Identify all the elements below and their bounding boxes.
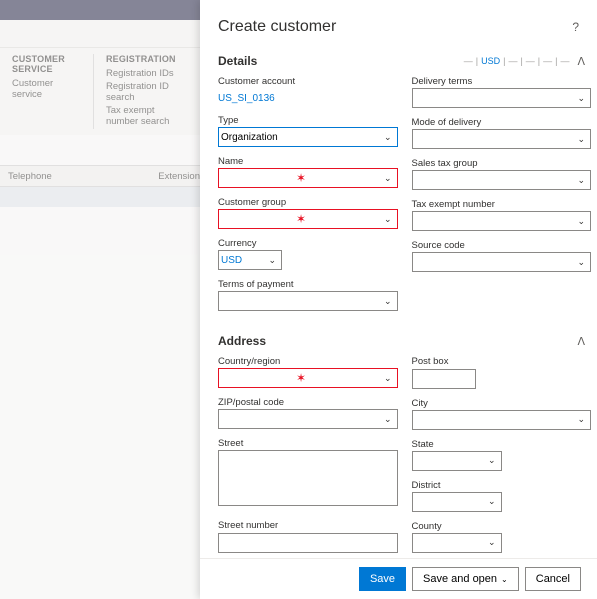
grid-col-extension: Extension <box>150 171 200 182</box>
required-icon: ✶ <box>296 371 309 385</box>
currency-value: USD <box>221 255 242 266</box>
sales-tax-group-select[interactable]: ⌄ <box>412 170 592 190</box>
post-box-label: Post box <box>412 356 592 367</box>
dialog-title: Create customer <box>218 18 336 36</box>
city-select[interactable]: ⌄ <box>412 410 592 430</box>
delivery-terms-select[interactable]: ⌄ <box>412 88 592 108</box>
menu-group-customer-service-head: CUSTOMER SERVICE <box>12 54 81 74</box>
tax-exempt-number-label: Tax exempt number <box>412 199 592 210</box>
country-label: Country/region <box>218 356 398 367</box>
chevron-down-icon: ⌄ <box>488 537 499 548</box>
county-label: County <box>412 521 592 532</box>
chevron-down-icon: ⌄ <box>384 373 395 384</box>
sales-tax-group-label: Sales tax group <box>412 158 592 169</box>
save-button[interactable]: Save <box>359 567 406 591</box>
tax-exempt-number-select[interactable]: ⌄ <box>412 211 592 231</box>
menu-item-registration-ids: Registration IDs <box>106 68 188 79</box>
street-label: Street <box>218 438 398 449</box>
currency-label: Currency <box>218 238 398 249</box>
state-select[interactable]: ⌄ <box>412 451 502 471</box>
zip-label: ZIP/postal code <box>218 397 398 408</box>
chevron-down-icon: ⌄ <box>577 134 588 145</box>
save-and-open-button[interactable]: Save and open ⌄ <box>412 567 519 591</box>
type-label: Type <box>218 115 398 126</box>
chevron-down-icon: ⌄ <box>577 175 588 186</box>
section-details-summary: —| USD |—|—|—|— <box>464 56 570 66</box>
terms-of-payment-label: Terms of payment <box>218 279 398 290</box>
chevron-down-icon: ⌄ <box>501 575 508 584</box>
chevron-down-icon: ⌄ <box>384 173 395 184</box>
post-box-input[interactable] <box>412 369 476 389</box>
name-label: Name <box>218 156 398 167</box>
chevron-down-icon: ⌄ <box>488 496 499 507</box>
type-value: Organization <box>221 132 278 143</box>
street-textarea[interactable] <box>218 450 398 506</box>
grid-col-telephone: Telephone <box>0 171 150 182</box>
chevron-down-icon: ⌄ <box>488 455 499 466</box>
chevron-down-icon: ⌄ <box>577 93 588 104</box>
menu-item-tax-exempt-number-search: Tax exempt number search <box>106 105 188 127</box>
section-address-collapse[interactable]: ᐱ <box>577 335 585 348</box>
required-icon: ✶ <box>296 171 309 185</box>
street-number-label: Street number <box>218 520 398 531</box>
county-select[interactable]: ⌄ <box>412 533 502 553</box>
required-icon: ✶ <box>296 212 309 226</box>
district-label: District <box>412 480 592 491</box>
chevron-down-icon: ⌄ <box>577 414 588 425</box>
customer-account-label: Customer account <box>218 76 398 87</box>
chevron-down-icon: ⌄ <box>384 132 395 143</box>
delivery-terms-label: Delivery terms <box>412 76 592 87</box>
mode-of-delivery-select[interactable]: ⌄ <box>412 129 592 149</box>
menu-item-registration-id-search: Registration ID search <box>106 81 188 103</box>
chevron-down-icon: ⌄ <box>268 255 279 266</box>
state-label: State <box>412 439 592 450</box>
district-select[interactable]: ⌄ <box>412 492 502 512</box>
customer-account-link[interactable]: US_SI_0136 <box>218 91 275 106</box>
currency-select[interactable]: USD ⌄ <box>218 250 282 270</box>
name-input[interactable]: ✶⌄ <box>218 168 398 188</box>
save-and-open-label: Save and open <box>423 573 497 585</box>
chevron-down-icon: ⌄ <box>384 214 395 225</box>
zip-select[interactable]: ⌄ <box>218 409 398 429</box>
help-icon[interactable]: ? <box>572 20 579 34</box>
customer-group-label: Customer group <box>218 197 398 208</box>
grid-row <box>0 187 200 207</box>
street-number-input[interactable] <box>218 533 398 553</box>
create-customer-dialog: Create customer ? Details —| USD |—|—|—|… <box>200 0 597 599</box>
chevron-down-icon: ⌄ <box>384 296 395 307</box>
cancel-button[interactable]: Cancel <box>525 567 581 591</box>
source-code-select[interactable]: ⌄ <box>412 252 592 272</box>
mode-of-delivery-label: Mode of delivery <box>412 117 592 128</box>
type-select[interactable]: Organization ⌄ <box>218 127 398 147</box>
country-select[interactable]: ✶⌄ <box>218 368 398 388</box>
section-details-title: Details <box>218 54 257 68</box>
chevron-down-icon: ⌄ <box>384 414 395 425</box>
source-code-label: Source code <box>412 240 592 251</box>
terms-of-payment-select[interactable]: ⌄ <box>218 291 398 311</box>
section-details-collapse[interactable]: ᐱ <box>577 55 585 68</box>
chevron-down-icon: ⌄ <box>577 257 588 268</box>
menu-item-customer-service: Customer service <box>12 78 81 100</box>
chevron-down-icon: ⌄ <box>577 216 588 227</box>
section-address-title: Address <box>218 334 266 348</box>
customer-group-select[interactable]: ✶⌄ <box>218 209 398 229</box>
city-label: City <box>412 398 592 409</box>
menu-group-registration-head: REGISTRATION <box>106 54 188 64</box>
